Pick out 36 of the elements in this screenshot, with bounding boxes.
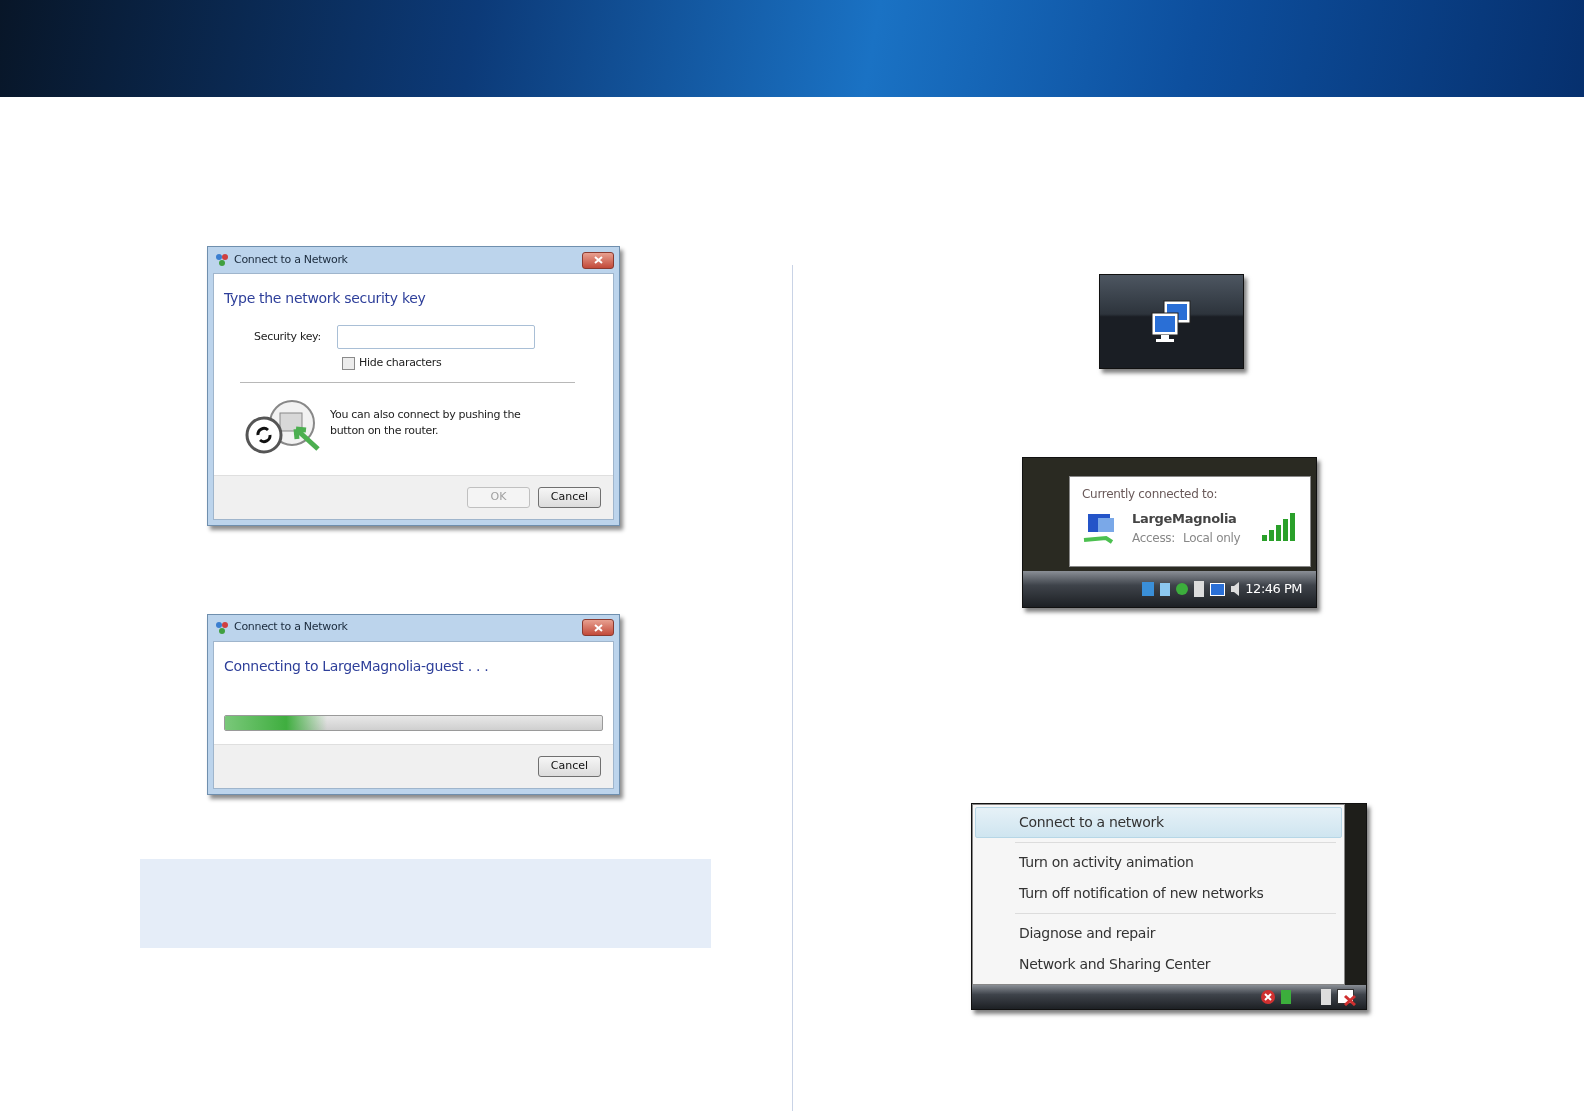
menu-item[interactable]: Connect to a network — [975, 807, 1342, 838]
dialog-heading: Type the network security key — [223, 289, 427, 308]
network-name: LargeMagnolia — [1132, 510, 1238, 528]
speaker-icon — [1231, 582, 1240, 596]
error-shield-icon — [1261, 990, 1275, 1004]
square-tray-icon — [1142, 582, 1155, 596]
window-title: Connect to a Network — [234, 619, 348, 636]
popup-title: Currently connected to: — [1082, 486, 1219, 503]
close-icon — [593, 256, 603, 264]
cancel-button[interactable]: Cancel — [538, 755, 601, 777]
checkbox-label: Hide characters — [359, 355, 442, 371]
menu-item[interactable]: Diagnose and repair — [975, 918, 1342, 949]
dialog-heading: Connecting to LargeMagnolia-guest . . . — [223, 656, 490, 676]
network-icon — [215, 620, 229, 635]
close-icon — [593, 623, 603, 632]
access-value: Local only — [1183, 529, 1241, 547]
close-button[interactable] — [582, 619, 614, 636]
access-label: Access: — [1132, 529, 1176, 547]
menu-item[interactable]: Turn on activity animation — [975, 847, 1342, 878]
signal-strength-icon — [1262, 512, 1298, 543]
cancel-button[interactable]: Cancel — [538, 486, 601, 508]
network-computers-icon — [1149, 298, 1194, 345]
menu-item[interactable]: Network and Sharing Center — [975, 949, 1342, 980]
checkbox[interactable] — [342, 356, 355, 370]
menu-item[interactable]: Turn off notification of new networks — [975, 878, 1342, 909]
security-key-field[interactable] — [336, 325, 535, 349]
clock: 12:46 PM — [1245, 580, 1302, 599]
square-tray-icon — [1281, 990, 1291, 1004]
close-button[interactable] — [582, 251, 614, 269]
disconnected-network-icon — [1337, 988, 1356, 1006]
network-icon — [215, 253, 229, 267]
field-label: Security key: — [254, 328, 321, 345]
circle-tray-icon — [1176, 583, 1189, 595]
network-tray-icon — [1210, 582, 1226, 596]
window-title: Connect to a Network — [234, 251, 348, 268]
hint-text: You can also connect by pushing the button on the router. — [330, 406, 522, 439]
